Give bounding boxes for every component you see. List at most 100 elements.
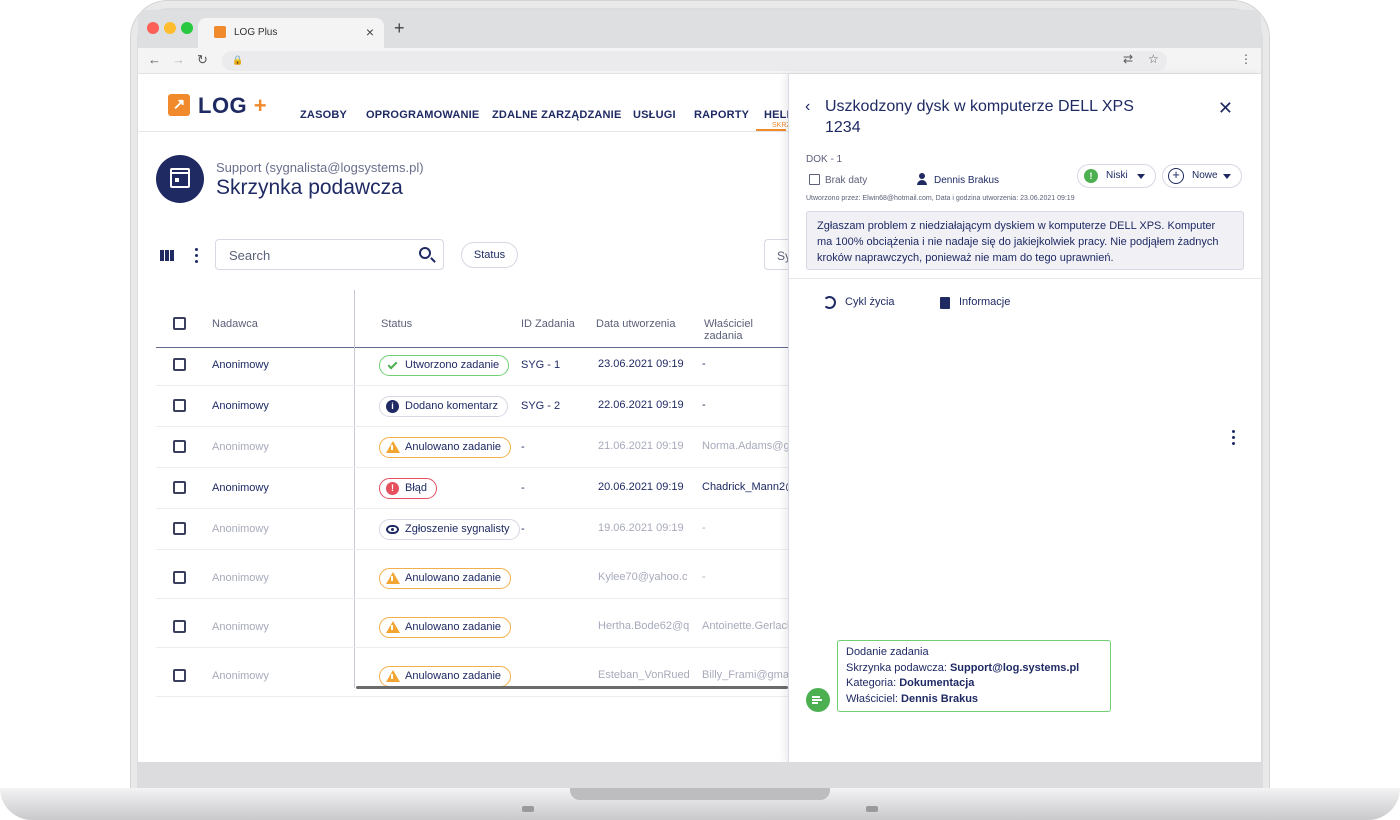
status-label: Anulowano zadanie: [405, 621, 502, 633]
minimize-window-button[interactable]: [164, 22, 176, 34]
cell-id: SYG - 1: [521, 359, 561, 371]
task-date[interactable]: Brak daty: [825, 175, 867, 186]
task-meta: Utworzono przez: Elwin68@hotmail.com, Da…: [806, 195, 1075, 202]
logo-arrow-icon: ↗: [168, 94, 190, 116]
row-checkbox[interactable]: [173, 571, 186, 584]
row-checkbox[interactable]: [173, 522, 186, 535]
row-divider: [156, 598, 788, 599]
lifecycle-event-card: Dodanie zadania Skrzynka podawcza: Suppo…: [837, 640, 1111, 712]
cell-owner: -: [702, 399, 706, 411]
search-input[interactable]: Search: [215, 239, 444, 270]
cell-id: -: [521, 441, 525, 453]
status-badge[interactable]: Zgłoszenie sygnalisty: [379, 519, 520, 540]
browser-tabbar: LOG Plus × +: [138, 10, 1261, 48]
header-nadawca[interactable]: Nadawca: [212, 318, 258, 330]
status-label: Dodano komentarz: [405, 400, 498, 412]
back-arrow-icon[interactable]: ←: [148, 52, 161, 67]
forward-arrow-icon[interactable]: →: [172, 52, 185, 67]
nav-zdalne-zarzadzanie[interactable]: ZDALNE ZARZĄDZANIE: [492, 109, 621, 121]
status-filter-chip[interactable]: Status: [461, 242, 518, 268]
priority-label: Niski: [1106, 170, 1128, 181]
translate-icon[interactable]: ⇄: [1123, 52, 1133, 66]
cell-date: Hertha.Bode62@q: [598, 620, 690, 632]
status-badge[interactable]: Anulowano zadanie: [379, 568, 512, 589]
header-wlasciciel[interactable]: Właściciel zadania: [704, 318, 788, 342]
nav-helpdesk[interactable]: HELI: [764, 109, 790, 121]
status-badge[interactable]: Anulowano zadanie: [379, 617, 512, 638]
log-plus-favicon-icon: [214, 26, 226, 38]
cell-date: 21.06.2021 09:19: [598, 440, 684, 452]
state-select[interactable]: + Nowe: [1162, 164, 1242, 188]
bookmark-star-icon[interactable]: ☆: [1148, 52, 1159, 66]
header-status[interactable]: Status: [381, 318, 412, 330]
new-tab-button[interactable]: +: [394, 19, 405, 37]
nav-uslugi[interactable]: USŁUGI: [633, 109, 676, 121]
close-panel-icon[interactable]: ✕: [1218, 98, 1233, 119]
task-assignee[interactable]: Dennis Brakus: [934, 175, 999, 186]
nav-raporty[interactable]: RAPORTY: [694, 109, 749, 121]
priority-select[interactable]: ! Niski: [1077, 164, 1156, 188]
browser-tab[interactable]: LOG Plus ×: [198, 18, 384, 48]
status-badge[interactable]: Utworzono zadanie: [379, 355, 510, 376]
close-window-button[interactable]: [147, 22, 159, 34]
cell-owner: Antoinette.Gerlach: [702, 620, 788, 632]
laptop-notch: [570, 788, 830, 800]
header-data-utworzenia[interactable]: Data utworzenia: [596, 318, 676, 330]
row-checkbox[interactable]: [173, 440, 186, 453]
column-divider: [354, 290, 355, 688]
lock-icon: 🔒: [232, 55, 244, 65]
event-list-icon: [806, 688, 830, 712]
horizontal-scrollbar[interactable]: [356, 686, 788, 689]
select-all-checkbox[interactable]: [173, 317, 186, 330]
status-badge[interactable]: i Dodano komentarz: [379, 396, 508, 417]
row-checkbox[interactable]: [173, 399, 186, 412]
logo[interactable]: LOG +: [198, 93, 267, 119]
row-checkbox[interactable]: [173, 358, 186, 371]
calendar-icon: [809, 174, 820, 185]
chevron-down-icon: [1223, 174, 1231, 179]
row-divider: [156, 549, 788, 550]
panel-divider: [789, 278, 1261, 279]
history-cycle-icon: [823, 296, 836, 309]
laptop-foot-left: [522, 806, 534, 812]
cell-owner: Chadrick_Mann2@: [702, 481, 788, 493]
maximize-window-button[interactable]: [181, 22, 193, 34]
cell-sender: Anonimowy: [212, 359, 269, 371]
tab-informacje[interactable]: Informacje: [959, 296, 1010, 308]
nav-zasoby[interactable]: ZASOBY: [300, 109, 347, 121]
status-label: Anulowano zadanie: [405, 670, 502, 682]
columns-view-icon[interactable]: [160, 250, 174, 261]
document-icon: [940, 297, 950, 309]
warning-mark: [391, 625, 393, 630]
status-badge[interactable]: ! Błąd: [379, 478, 438, 499]
inbox-table: Nadawca Status ID Zadania Data utworzeni…: [156, 290, 788, 697]
event-title: Dodanie zadania: [846, 646, 929, 658]
task-doc-id: DOK - 1: [806, 154, 843, 165]
tab-close-icon[interactable]: ×: [366, 24, 374, 40]
event-inbox: Skrzynka podawcza: Support@log.systems.p…: [846, 661, 1080, 674]
reload-icon[interactable]: ↻: [197, 52, 208, 68]
header-id-zadania[interactable]: ID Zadania: [521, 318, 575, 330]
status-badge[interactable]: Anulowano zadanie: [379, 666, 512, 687]
warning-icon: [386, 670, 400, 682]
nav-oprogramowanie[interactable]: OPROGRAMOWANIE: [366, 109, 479, 121]
row-checkbox[interactable]: [173, 620, 186, 633]
row-checkbox[interactable]: [173, 481, 186, 494]
cell-owner: -: [702, 571, 706, 583]
search-icon[interactable]: [419, 247, 431, 259]
cell-id: SYG - 2: [521, 400, 561, 412]
row-divider: [156, 647, 788, 648]
cell-date: Esteban_VonRued: [598, 669, 690, 681]
address-bar[interactable]: 🔒: [222, 51, 1167, 71]
panel-more-icon[interactable]: [1232, 430, 1235, 448]
browser-menu-icon[interactable]: ⋮: [1240, 52, 1252, 66]
calendar-icon: [170, 168, 190, 188]
row-checkbox[interactable]: [173, 669, 186, 682]
status-badge[interactable]: Anulowano zadanie: [379, 437, 512, 458]
filter-more-icon[interactable]: [195, 248, 198, 266]
priority-indicator-icon: !: [1084, 169, 1098, 183]
cell-sender: Anonimowy: [212, 670, 269, 682]
browser-toolbar: ← → ↻ 🔒 ⇄ ☆ ⋮: [138, 48, 1261, 74]
back-chevron-icon[interactable]: ‹: [805, 98, 810, 116]
tab-cykl-zycia[interactable]: Cykl życia: [845, 296, 895, 308]
